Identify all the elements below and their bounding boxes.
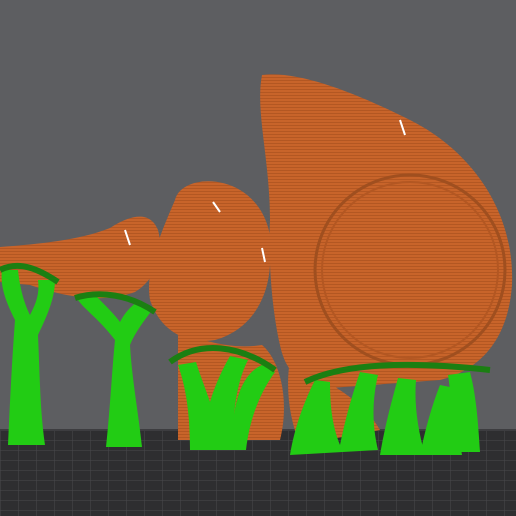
model-arm xyxy=(0,216,161,299)
support-tree xyxy=(0,263,60,445)
model-head-left xyxy=(149,181,272,341)
scene-canvas[interactable] xyxy=(0,0,516,516)
support-tree xyxy=(74,291,157,447)
model-ear-disc xyxy=(313,173,507,367)
slicer-3d-viewport[interactable] xyxy=(0,0,516,516)
